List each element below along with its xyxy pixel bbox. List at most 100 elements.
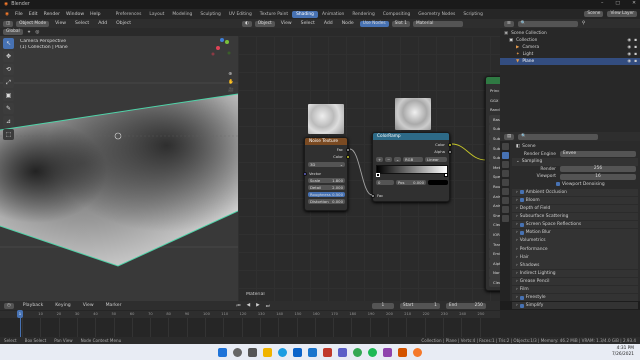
- ramp-mode-dropdown[interactable]: RGB: [403, 157, 423, 162]
- object-mode-dropdown[interactable]: Object Mode: [16, 20, 50, 27]
- gizmo-x-icon[interactable]: [216, 46, 220, 50]
- camera-view-icon[interactable]: 🎥: [228, 88, 234, 93]
- editor-type-icon[interactable]: ◫: [3, 20, 14, 27]
- tab-sculpting[interactable]: Sculpting: [196, 11, 225, 18]
- visibility-eye-icon[interactable]: ◉: [627, 52, 631, 57]
- section-simplify[interactable]: › Simplify: [512, 301, 638, 310]
- bsdf-input-row[interactable]: GGX: [486, 96, 500, 106]
- noise-distortion-field[interactable]: Distortion 0.000: [308, 199, 345, 204]
- vp-menu-object[interactable]: Object: [113, 21, 134, 26]
- tab-layout[interactable]: Layout: [145, 11, 168, 18]
- maximize-button[interactable]: □: [615, 1, 620, 6]
- bsdf-input-row[interactable]: IOR: [489, 229, 500, 240]
- bsdf-input-row[interactable]: Clea: [489, 220, 500, 230]
- 3d-viewport[interactable]: Camera Perspective (1) Collection | Plan…: [0, 36, 238, 301]
- use-nodes-toggle[interactable]: Use Nodes: [359, 20, 389, 27]
- vp-menu-view[interactable]: View: [52, 21, 69, 26]
- close-button[interactable]: ✕: [632, 1, 636, 6]
- visibility-eye-icon[interactable]: ◉: [627, 59, 631, 64]
- render-engine-dropdown[interactable]: Eevee: [560, 151, 636, 158]
- ramp-interp-dropdown[interactable]: Linear: [425, 157, 447, 162]
- section-motion-blur[interactable]: › Motion Blur: [512, 229, 638, 237]
- section-freestyle[interactable]: › Freestyle: [512, 293, 638, 302]
- section-enable-checkbox[interactable]: [519, 230, 524, 235]
- camera-render-icon[interactable]: ▪: [634, 59, 637, 64]
- orientation-dropdown[interactable]: Global: [3, 29, 23, 35]
- noise-detail-field[interactable]: Detail 2.000: [308, 185, 345, 190]
- tab-shading[interactable]: Shading: [292, 10, 318, 18]
- outliner-row-camera[interactable]: ▶ Camera ◉ ▪: [500, 44, 640, 51]
- ramp-stop-white[interactable]: [444, 173, 448, 177]
- view-layer-tab-icon[interactable]: [501, 170, 509, 177]
- ramp-stop-black[interactable]: [376, 173, 380, 177]
- section-screen-space-reflections[interactable]: › Screen Space Reflections: [512, 220, 638, 229]
- outliner-row-light[interactable]: ✦ Light ◉ ▪: [500, 51, 640, 58]
- output-tab-icon[interactable]: [501, 161, 509, 168]
- blender-taskbar-icon[interactable]: [413, 347, 422, 357]
- playhead[interactable]: 1: [17, 310, 23, 318]
- principled-bsdf-node[interactable]: PrincGGXRandBaseSubsuSubsuSubsuSubsuMeta…: [485, 76, 500, 291]
- rotate-tool-icon[interactable]: ⟲: [3, 64, 14, 75]
- tab-compositing[interactable]: Compositing: [379, 11, 415, 18]
- ramp-pos-field[interactable]: Pos 0.000: [396, 180, 426, 185]
- tab-texture-paint[interactable]: Texture Paint: [256, 11, 292, 18]
- bsdf-input-row[interactable]: Sheen: [489, 210, 500, 221]
- bsdf-input-row[interactable]: Alpha: [489, 258, 500, 269]
- ramp-color-swatch[interactable]: [428, 180, 448, 185]
- ramp-menu-button[interactable]: ⌄: [394, 157, 401, 162]
- section-shadows[interactable]: › Shadows: [512, 261, 638, 269]
- blender-menu-icon[interactable]: ◉: [2, 12, 12, 17]
- store-icon[interactable]: [293, 347, 302, 357]
- tab-preferences[interactable]: Preferences: [112, 11, 146, 18]
- section-enable-checkbox[interactable]: [519, 190, 524, 195]
- vp-menu-select[interactable]: Select: [72, 21, 92, 26]
- section-performance[interactable]: › Performance: [512, 245, 638, 253]
- bsdf-input-row[interactable]: Metal: [489, 162, 500, 173]
- bsdf-input-row[interactable]: Emiss: [489, 249, 500, 259]
- render-tab-icon[interactable]: [501, 152, 509, 159]
- shader-node-editor[interactable]: Noise Texture Fac Color 3D ⌄ Vector Scale…: [238, 36, 500, 301]
- color-ramp-node[interactable]: ColorRamp Color Alpha + − ⌄ RGB Linear 0…: [370, 132, 452, 202]
- vp-menu-add[interactable]: Add: [95, 21, 110, 26]
- properties-type-icon[interactable]: ▤: [504, 133, 515, 140]
- timeline-type-icon[interactable]: ◷: [4, 302, 14, 309]
- bsdf-input-row[interactable]: Aniso: [489, 191, 500, 202]
- noise-scale-field[interactable]: Scale 1.800: [308, 178, 345, 183]
- noise-dim-dropdown[interactable]: 3D ⌄: [308, 162, 345, 167]
- tl-menu-keying[interactable]: Keying: [52, 303, 73, 308]
- task-view-icon[interactable]: [248, 347, 257, 357]
- play-reverse-icon[interactable]: ◀: [247, 303, 251, 308]
- camera-render-icon[interactable]: ▪: [634, 38, 637, 43]
- render-samples-field[interactable]: 256: [560, 166, 636, 173]
- app-icon[interactable]: [398, 347, 407, 357]
- shader-type-dropdown[interactable]: Object: [254, 20, 275, 27]
- timeline[interactable]: 0102030405060708090100110120130140150160…: [0, 310, 640, 337]
- tab-animation[interactable]: Animation: [318, 11, 348, 18]
- bsdf-input-row[interactable]: Rand: [486, 105, 500, 115]
- tab-rendering[interactable]: Rendering: [348, 11, 378, 18]
- tab-modeling[interactable]: Modeling: [168, 11, 196, 18]
- ne-menu-select[interactable]: Select: [298, 21, 318, 26]
- section-subsurface-scattering[interactable]: › Subsurface Scattering: [512, 212, 638, 221]
- start-frame-field[interactable]: Start 1: [399, 302, 440, 309]
- transform-tool-icon[interactable]: ▣: [3, 90, 14, 101]
- menu-window[interactable]: Window: [63, 12, 87, 17]
- tl-menu-marker[interactable]: Marker: [103, 303, 125, 308]
- menu-help[interactable]: Help: [87, 12, 103, 17]
- scene-tab-icon[interactable]: [501, 179, 509, 186]
- end-frame-field[interactable]: End 250: [445, 302, 486, 309]
- visibility-eye-icon[interactable]: ◉: [627, 38, 631, 43]
- viewport-samples-field[interactable]: 16: [560, 173, 636, 180]
- material-selector[interactable]: Material: [412, 20, 463, 27]
- bsdf-input-row[interactable]: Rough: [489, 181, 500, 192]
- outliner-search-input[interactable]: 🔍: [517, 20, 578, 27]
- scale-tool-icon[interactable]: ⤢: [3, 77, 14, 88]
- ne-menu-node[interactable]: Node: [339, 21, 357, 26]
- section-bloom[interactable]: › Bloom: [512, 196, 638, 205]
- section-enable-checkbox[interactable]: [519, 295, 524, 300]
- object-tab-icon[interactable]: [501, 197, 509, 204]
- bsdf-input-row[interactable]: Princ: [486, 86, 500, 96]
- jump-start-icon[interactable]: ⏮: [236, 303, 240, 309]
- current-frame-field[interactable]: 1: [371, 302, 394, 309]
- annotate-tool-icon[interactable]: ✎: [3, 103, 14, 114]
